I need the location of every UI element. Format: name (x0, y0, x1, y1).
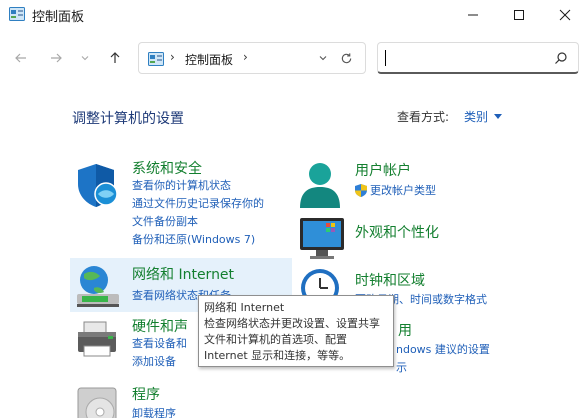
link-file-history[interactable]: 通过文件历史记录保存你的 (132, 196, 264, 212)
view-by-value[interactable]: 类别 (464, 108, 488, 125)
forward-arrow-icon (51, 53, 62, 63)
tooltip: 网络和 Internet 检查网络状态并更改设置、设置共享 文件和计算机的首选项… (198, 295, 394, 367)
recent-locations-button[interactable] (78, 46, 92, 70)
uac-shield-icon (355, 184, 367, 197)
link-view-devices[interactable]: 查看设备和 (132, 336, 187, 352)
tooltip-line: Internet 显示和连接，等等。 (204, 349, 351, 362)
control-panel-icon (9, 7, 25, 21)
category-programs: 程序 卸载程序 (74, 384, 204, 418)
up-arrow-icon (110, 52, 120, 63)
page-heading: 调整计算机的设置 (72, 111, 184, 127)
navigation-bar: › 控制面板 › (0, 38, 588, 78)
back-arrow-icon (15, 53, 26, 63)
category-system-security: 系统和安全 查看你的计算机状态 通过文件历史记录保存你的 文件备份副本 备份和还… (74, 160, 284, 250)
link-view-computer-status[interactable]: 查看你的计算机状态 (132, 178, 231, 194)
link-suggested-settings[interactable]: ndows 建议的设置 (396, 342, 490, 358)
category-title-hardware-sound[interactable]: 硬件和声 (132, 316, 188, 336)
tooltip-title: 网络和 Internet (204, 301, 285, 314)
link-file-history-cont[interactable]: 文件备份副本 (132, 214, 198, 230)
category-title-appearance[interactable]: 外观和个性化 (355, 222, 439, 242)
chevron-down-icon (319, 56, 327, 61)
printer-icon (78, 321, 116, 357)
caret-down-icon (494, 113, 503, 119)
breadcrumb-separator[interactable]: › (243, 50, 248, 64)
category-title-ease-of-access[interactable]: 用 (398, 320, 412, 340)
view-by-label: 查看方式: (397, 110, 450, 124)
tooltip-line: 文件和计算机的首选项、配置 (204, 333, 347, 346)
link-display-settings[interactable]: 示 (396, 360, 407, 376)
link-change-account-type[interactable]: 更改帐户类型 (370, 183, 436, 199)
monitor-icon (300, 218, 344, 259)
category-appearance: 外观和个性化 (298, 214, 518, 264)
breadcrumb-control-panel[interactable]: 控制面板 (185, 51, 233, 68)
search-box[interactable] (377, 42, 579, 74)
address-bar[interactable]: › 控制面板 › (138, 42, 366, 74)
search-input[interactable] (384, 48, 544, 68)
user-icon (300, 163, 340, 208)
refresh-icon (341, 52, 351, 63)
maximize-button[interactable] (496, 0, 542, 30)
forward-button[interactable] (45, 46, 67, 70)
view-by-dropdown[interactable]: 类别 (464, 108, 503, 125)
globe-network-icon (77, 266, 119, 307)
link-backup-restore[interactable]: 备份和还原(Windows 7) (132, 232, 255, 248)
back-button[interactable] (10, 46, 32, 70)
close-icon (559, 9, 571, 21)
minimize-icon (468, 14, 478, 16)
text-caret (385, 50, 386, 66)
category-title-system-security[interactable]: 系统和安全 (132, 158, 202, 178)
category-hardware-sound: 硬件和声 查看设备和 添加设备 (74, 318, 204, 374)
title-bar: 控制面板 (0, 0, 588, 30)
category-title-user-accounts[interactable]: 用户帐户 (355, 160, 411, 180)
category-title-network-internet[interactable]: 网络和 Internet (132, 264, 234, 284)
chevron-down-icon (81, 56, 89, 61)
link-add-device[interactable]: 添加设备 (132, 354, 176, 370)
address-dropdown-button[interactable] (315, 49, 331, 67)
link-uninstall-program[interactable]: 卸载程序 (132, 406, 176, 418)
disc-icon (77, 387, 117, 418)
control-panel-icon (148, 52, 164, 66)
close-button[interactable] (542, 0, 588, 30)
window-title: 控制面板 (32, 10, 85, 25)
up-button[interactable] (104, 46, 126, 70)
category-user-accounts: 用户帐户 更改帐户类型 (298, 160, 518, 210)
category-title-clock-region[interactable]: 时钟和区域 (355, 270, 425, 290)
refresh-button[interactable] (337, 49, 355, 67)
minimize-button[interactable] (450, 0, 496, 30)
tooltip-line: 检查网络状态并更改设置、设置共享 (204, 317, 380, 330)
category-title-programs[interactable]: 程序 (132, 384, 160, 404)
shield-icon (78, 164, 118, 207)
breadcrumb-separator[interactable]: › (170, 50, 175, 64)
maximize-icon (514, 10, 524, 20)
search-icon[interactable] (554, 51, 568, 65)
